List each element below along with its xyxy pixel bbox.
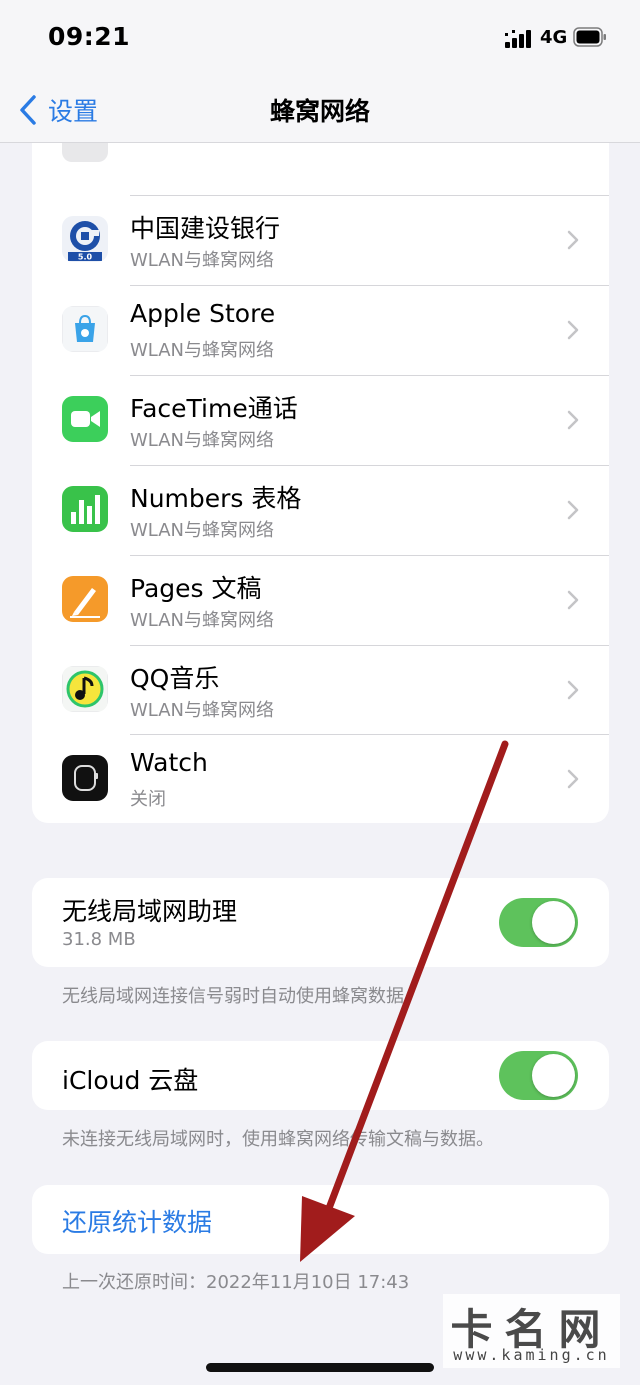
reset-statistics-row[interactable]: 还原统计数据 — [32, 1185, 609, 1254]
icloud-drive-footnote: 未连接无线局域网时，使用蜂窝网络传输文稿与数据。 — [62, 1129, 494, 1150]
app-name: FaceTime通话 — [130, 394, 298, 423]
icloud-drive-toggle[interactable] — [499, 1051, 578, 1100]
list-item-watch[interactable]: Watch 关闭 — [32, 734, 609, 823]
list-item-pages[interactable]: Pages 文稿 WLAN与蜂窝网络 — [32, 555, 609, 644]
pages-icon — [62, 576, 108, 622]
wifi-assist-title: 无线局域网助理 — [62, 897, 238, 926]
chevron-right-icon — [567, 230, 579, 250]
app-network-mode: WLAN与蜂窝网络 — [130, 250, 275, 271]
watch-icon — [62, 755, 108, 801]
app-cellular-list: 5.0 中国建设银行 WLAN与蜂窝网络 Apple Store WLAN与蜂窝… — [32, 120, 609, 823]
facetime-icon — [62, 396, 108, 442]
reset-statistics-button[interactable]: 还原统计数据 — [62, 1203, 212, 1239]
chevron-right-icon — [567, 500, 579, 520]
page-title: 蜂窝网络 — [269, 97, 370, 126]
list-item-ccb[interactable]: 5.0 中国建设银行 WLAN与蜂窝网络 — [32, 195, 609, 284]
app-network-mode: WLAN与蜂窝网络 — [130, 340, 275, 361]
wifi-assist-size: 31.8 MB — [62, 929, 136, 950]
network-type: 4G — [540, 27, 568, 48]
cellular-signal-icon — [505, 30, 531, 48]
icloud-drive-row: iCloud 云盘 — [32, 1041, 609, 1110]
app-name: QQ音乐 — [130, 664, 220, 693]
chevron-right-icon — [567, 680, 579, 700]
qq-music-icon — [62, 666, 108, 712]
wifi-assist-row: 无线局域网助理 31.8 MB — [32, 878, 609, 967]
status-bar: 09:21 4G — [0, 0, 640, 80]
list-item-apple-store[interactable]: Apple Store WLAN与蜂窝网络 — [32, 285, 609, 374]
app-network-mode: WLAN与蜂窝网络 — [130, 700, 275, 721]
home-indicator[interactable] — [206, 1363, 434, 1372]
status-time: 09:21 — [48, 22, 131, 51]
list-item-partial[interactable] — [32, 142, 609, 194]
list-item-qq-music[interactable]: QQ音乐 WLAN与蜂窝网络 — [32, 645, 609, 734]
app-network-mode: WLAN与蜂窝网络 — [130, 430, 275, 451]
icloud-drive-title: iCloud 云盘 — [62, 1066, 199, 1095]
chevron-right-icon — [567, 769, 579, 789]
chevron-right-icon — [567, 410, 579, 430]
list-item-numbers[interactable]: Numbers 表格 WLAN与蜂窝网络 — [32, 465, 609, 554]
list-item-facetime[interactable]: FaceTime通话 WLAN与蜂窝网络 — [32, 375, 609, 464]
app-network-mode: WLAN与蜂窝网络 — [130, 520, 275, 541]
chevron-right-icon — [567, 590, 579, 610]
battery-icon — [573, 27, 606, 47]
app-name: 中国建设银行 — [130, 214, 281, 243]
app-name: Watch — [130, 748, 208, 777]
navigation-bar: 设置 蜂窝网络 — [0, 80, 640, 143]
last-reset-time: 上一次还原时间：2022年11月10日 17:43 — [62, 1272, 410, 1293]
svg-text:5.0: 5.0 — [78, 253, 93, 262]
numbers-icon — [62, 486, 108, 532]
chevron-right-icon — [567, 320, 579, 340]
app-name: Numbers 表格 — [130, 484, 302, 513]
ccb-bank-icon: 5.0 — [62, 216, 108, 262]
wifi-assist-toggle[interactable] — [499, 898, 578, 947]
app-network-mode: WLAN与蜂窝网络 — [130, 610, 275, 631]
app-network-mode: 关闭 — [130, 789, 166, 810]
app-name: Pages 文稿 — [130, 574, 262, 603]
wifi-assist-footnote: 无线局域网连接信号弱时自动使用蜂窝数据。 — [62, 986, 422, 1007]
watermark-url: www.kaming.cn — [453, 1346, 610, 1364]
app-name: Apple Store — [130, 299, 276, 328]
watermark: 卡名网 www.kaming.cn — [443, 1294, 620, 1368]
apple-store-icon — [62, 306, 108, 352]
